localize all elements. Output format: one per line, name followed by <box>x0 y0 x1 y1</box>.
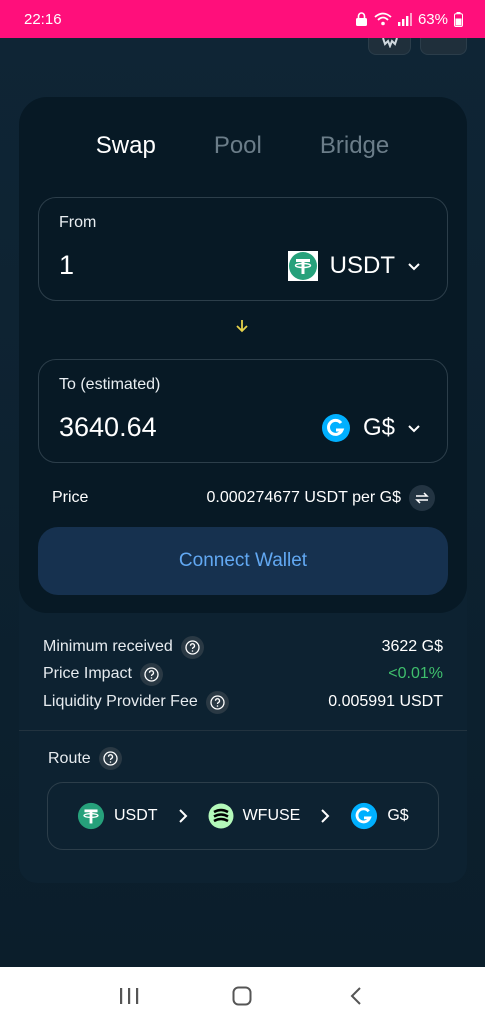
price-row: Price 0.000274677 USDT per G$ <box>52 485 435 511</box>
menu-button[interactable] <box>420 38 467 55</box>
minimum-received-label-group: Minimum received <box>43 635 204 659</box>
usdt-icon <box>77 802 105 830</box>
gooddollar-icon <box>351 802 378 830</box>
recent-apps-icon <box>119 987 139 1004</box>
from-field: From 1 USDT <box>38 197 448 301</box>
tab-bar: Swap Pool Bridge <box>0 132 485 160</box>
help-icon[interactable] <box>139 662 163 686</box>
route-label-group: Route <box>48 747 122 770</box>
from-token-select[interactable]: USDT <box>287 250 421 282</box>
arrow-down-icon[interactable] <box>235 318 249 334</box>
status-bar: 22:16 63% <box>0 0 485 38</box>
help-icon[interactable] <box>180 635 204 659</box>
invert-price-button[interactable] <box>409 485 435 511</box>
back-icon <box>350 986 361 1005</box>
price-impact-label-group: Price Impact <box>43 662 163 686</box>
wifi-icon <box>374 12 392 26</box>
to-label: To (estimated) <box>59 376 161 393</box>
route-step-label: WFUSE <box>242 807 301 824</box>
to-token-name: G$ <box>362 414 395 441</box>
price-value: 0.000274677 USDT per G$ <box>206 489 402 506</box>
price-value-group: 0.000274677 USDT per G$ <box>206 485 435 511</box>
to-amount-input[interactable]: 3640.64 <box>59 412 157 443</box>
lp-fee-label: Liquidity Provider Fee <box>43 693 198 710</box>
help-icon[interactable] <box>98 747 122 770</box>
route-step-gooddollar: G$ <box>350 802 409 830</box>
tab-pool[interactable]: Pool <box>214 132 262 160</box>
signal-icon <box>397 12 412 26</box>
lp-fee-row: Liquidity Provider Fee 0.005991 USDT <box>43 690 443 714</box>
home-button[interactable] <box>222 981 262 1011</box>
route-step-usdt: USDT <box>77 802 158 830</box>
to-token-select[interactable]: G$ <box>321 412 421 444</box>
route-box: USDT WFUSE G$ <box>47 782 439 850</box>
recent-apps-button[interactable] <box>109 981 149 1011</box>
route-step-wfuse: WFUSE <box>208 803 301 829</box>
from-amount-input[interactable]: 1 <box>59 250 74 281</box>
route-step-label: G$ <box>387 807 409 824</box>
connect-wallet-button[interactable]: Connect Wallet <box>38 527 448 595</box>
divider <box>19 730 467 731</box>
tab-bridge[interactable]: Bridge <box>320 132 389 160</box>
chevron-down-icon <box>408 263 420 271</box>
gooddollar-icon <box>321 414 350 442</box>
battery-icon <box>454 11 463 27</box>
back-button[interactable] <box>336 981 376 1011</box>
android-nav-bar <box>0 967 485 1024</box>
price-label: Price <box>52 489 89 506</box>
from-token-name: USDT <box>329 252 395 279</box>
tab-swap[interactable]: Swap <box>96 132 156 160</box>
chevron-right-icon <box>321 809 330 823</box>
price-impact-value: <0.01% <box>388 665 443 682</box>
battery-percent: 63% <box>417 10 448 28</box>
chevron-down-icon <box>408 425 420 433</box>
settings-button[interactable] <box>368 38 411 55</box>
chevron-right-icon <box>178 809 187 823</box>
minimum-received-row: Minimum received 3622 G$ <box>43 635 443 659</box>
minimum-received-label: Minimum received <box>43 638 173 655</box>
route-label: Route <box>48 749 91 767</box>
swap-icon <box>415 492 429 504</box>
status-icons: 63% <box>355 11 463 28</box>
minimum-received-value: 3622 G$ <box>381 638 443 655</box>
lp-fee-label-group: Liquidity Provider Fee <box>43 690 229 714</box>
gear-icon <box>381 38 398 48</box>
price-impact-label: Price Impact <box>43 665 132 682</box>
home-icon <box>232 986 252 1005</box>
help-icon[interactable] <box>205 690 229 714</box>
from-label: From <box>59 214 97 231</box>
price-impact-row: Price Impact <0.01% <box>43 662 443 686</box>
usdt-icon <box>287 251 318 281</box>
status-time: 22:16 <box>24 10 62 28</box>
lp-fee-value: 0.005991 USDT <box>328 693 443 710</box>
lock-icon <box>355 12 367 26</box>
to-field: To (estimated) 3640.64 G$ <box>38 359 448 463</box>
wfuse-icon <box>208 803 234 829</box>
route-step-label: USDT <box>114 807 158 824</box>
